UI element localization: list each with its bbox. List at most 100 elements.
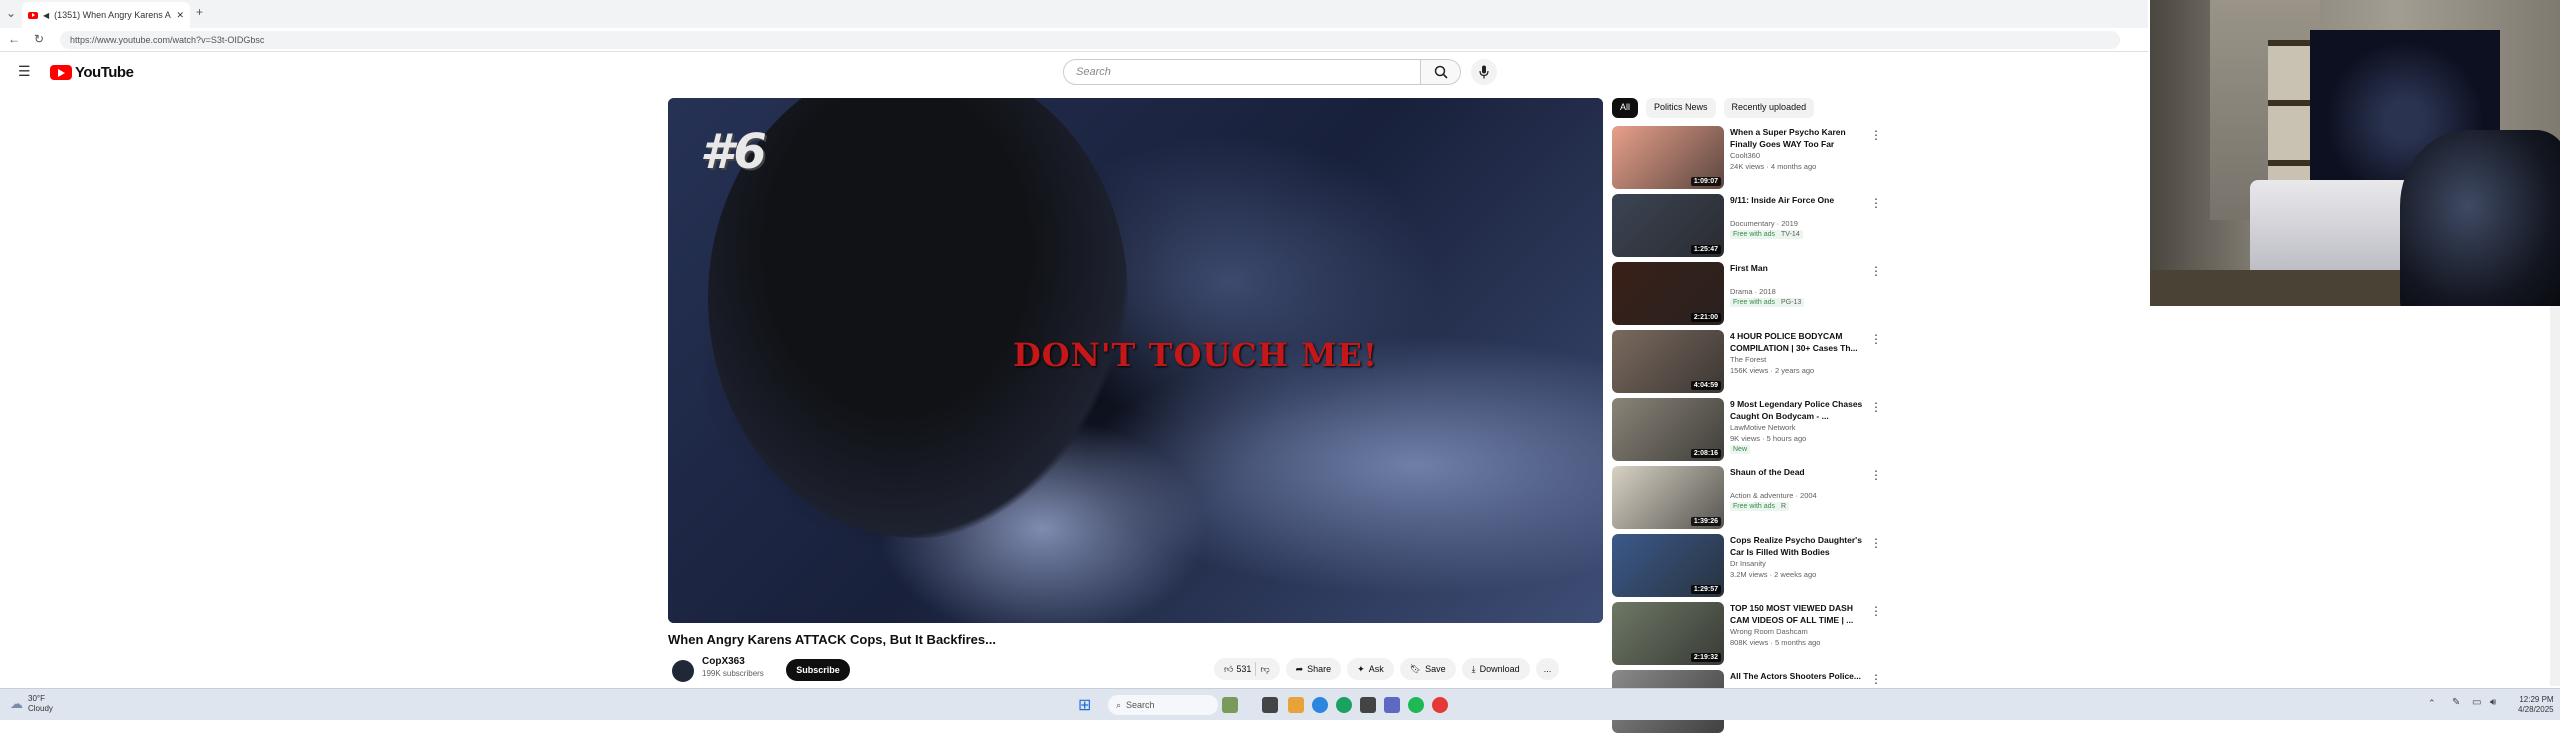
task-view-icon[interactable] <box>1262 697 1278 713</box>
channel-avatar[interactable] <box>672 660 694 682</box>
close-tab-icon[interactable]: ✕ <box>176 10 184 21</box>
taskbar-search[interactable]: ⌕ Search <box>1108 695 1218 715</box>
tab-search-icon[interactable]: ⌄ <box>6 6 16 20</box>
app-icon[interactable] <box>1360 697 1376 713</box>
chip-politics-news[interactable]: Politics News <box>1646 98 1716 118</box>
volume-icon[interactable]: 🔊︎ <box>2490 697 2496 708</box>
back-icon[interactable]: ← <box>8 32 20 46</box>
video-player[interactable]: #6 DON'T TOUCH ME! <box>668 98 1603 623</box>
page-scrollbar[interactable] <box>2550 306 2560 686</box>
chrome-icon[interactable] <box>1336 697 1352 713</box>
browser-tab-strip: ⌄ ◀ (1351) When Angry Karens A ✕ + <box>0 0 2148 28</box>
recommendation-thumbnail[interactable]: 2:08:16 <box>1612 398 1724 461</box>
weather-widget[interactable]: ☁ 30°F Cloudy <box>10 694 53 714</box>
more-options-icon[interactable]: ⋮ <box>1870 468 1882 482</box>
widget-thumbnail-icon[interactable] <box>1222 697 1238 713</box>
recommendation-title[interactable]: 9 Most Legendary Police Chases Caught On… <box>1730 398 1870 422</box>
file-explorer-icon[interactable] <box>1288 697 1304 713</box>
start-windows-icon[interactable]: ⊞ <box>1078 695 1094 714</box>
more-options-icon[interactable]: ⋮ <box>1870 332 1882 346</box>
chip-recently-uploaded[interactable]: Recently uploaded <box>1723 98 1815 118</box>
recommendation-thumbnail[interactable]: 4:04:59 <box>1612 330 1724 393</box>
recommendation-thumbnail[interactable]: 2:21:00 <box>1612 262 1724 325</box>
recommendation-item[interactable]: 4:04:59 4 HOUR POLICE BODYCAM COMPILATION… <box>1612 330 1882 394</box>
recommendation-channel[interactable]: Action & adventure · 2004 <box>1730 491 1817 500</box>
subscribe-button[interactable]: Subscribe <box>786 659 850 681</box>
like-button[interactable]: 👍︎ 531 <box>1224 664 1251 675</box>
more-options-icon[interactable]: ⋮ <box>1870 128 1882 142</box>
more-options-icon[interactable]: ⋮ <box>1870 196 1882 210</box>
recommendation-title[interactable]: 4 HOUR POLICE BODYCAM COMPILATION | 30+ … <box>1730 330 1870 354</box>
duration-badge: 1:29:57 <box>1690 585 1721 594</box>
app-red-icon[interactable] <box>1432 697 1448 713</box>
recommendation-channel[interactable]: Dr Insanity <box>1730 559 1766 568</box>
download-button[interactable]: ⤓ Download <box>1461 658 1530 680</box>
thumbs-up-icon: 👍︎ <box>1224 663 1234 674</box>
recommendation-item[interactable]: 2:19:32 TOP 150 MOST VIEWED DASH CAM VIDE… <box>1612 602 1882 666</box>
spotify-icon[interactable] <box>1408 697 1424 713</box>
recommendation-title[interactable]: All The Actors Shooters Police... <box>1730 670 1870 682</box>
recommendation-item[interactable]: 2:08:16 9 Most Legendary Police Chases Ca… <box>1612 398 1882 462</box>
chip-all[interactable]: All <box>1612 98 1639 118</box>
download-label: Download <box>1479 664 1520 674</box>
menu-icon[interactable]: ☰ <box>18 63 31 80</box>
recommendation-thumbnail[interactable]: 2:19:32 <box>1612 602 1724 665</box>
browser-tab-active[interactable]: ◀ (1351) When Angry Karens A ✕ <box>22 2 190 28</box>
tray-chevron-icon[interactable]: ⌃ <box>2428 698 2436 709</box>
download-icon: ⤓ <box>1471 663 1476 674</box>
pen-icon[interactable]: ✎ <box>2452 697 2460 708</box>
taskbar-clock[interactable]: 12:29 PM 4/28/2025 <box>2518 695 2554 715</box>
recommendation-item[interactable]: 1:29:57 Cops Realize Psycho Daughter's Ca… <box>1612 534 1882 598</box>
more-options-icon[interactable]: ⋮ <box>1870 604 1882 618</box>
monitor-icon[interactable]: ▭ <box>2472 697 2481 708</box>
recommendation-title[interactable]: TOP 150 MOST VIEWED DASH CAM VIDEOS OF A… <box>1730 602 1870 626</box>
search-button[interactable] <box>1421 59 1461 85</box>
recommendation-thumbnail[interactable]: 1:29:57 <box>1612 534 1724 597</box>
youtube-logo[interactable]: YouTube <box>50 64 134 81</box>
recommendation-channel[interactable]: Wrong Room Dashcam <box>1730 627 1808 636</box>
recommendation-title[interactable]: Cops Realize Psycho Daughter's Car Is Fi… <box>1730 534 1870 558</box>
more-actions-button[interactable]: ... <box>1535 658 1560 680</box>
share-button[interactable]: ➦ Share <box>1285 658 1342 680</box>
recommendation-title[interactable]: 9/11: Inside Air Force One <box>1730 194 1870 206</box>
save-label: Save <box>1425 664 1446 674</box>
ask-button[interactable]: ✦ Ask <box>1347 658 1394 680</box>
recommendation-thumbnail[interactable]: 1:39:26 <box>1612 466 1724 529</box>
more-options-icon[interactable]: ⋮ <box>1870 672 1882 686</box>
new-tab-button[interactable]: + <box>196 5 203 19</box>
edge-browser-icon[interactable] <box>1312 697 1328 713</box>
video-title: When Angry Karens ATTACK Cops, But It Ba… <box>668 632 996 647</box>
voice-search-button[interactable] <box>1471 59 1497 85</box>
more-options-icon[interactable]: ⋮ <box>1870 400 1882 414</box>
channel-info[interactable]: CopX363 199K subscribers <box>702 656 764 678</box>
recommendation-item[interactable]: 1:25:47 9/11: Inside Air Force One Documen… <box>1612 194 1882 258</box>
more-options-icon[interactable]: ⋮ <box>1870 536 1882 550</box>
recommendation-item[interactable]: 1:39:26 Shaun of the Dead Action & adventu… <box>1612 466 1882 530</box>
recommendation-title[interactable]: First Man <box>1730 262 1870 274</box>
recommendation-item[interactable]: 1:09:07 When a Super Psycho Karen Finally… <box>1612 126 1882 190</box>
recommendation-title[interactable]: Shaun of the Dead <box>1730 466 1870 478</box>
speaker-icon[interactable]: ◀ <box>43 11 49 20</box>
recommendation-channel[interactable]: Documentary · 2019 <box>1730 219 1798 228</box>
duration-badge: 2:08:16 <box>1690 449 1721 458</box>
recommendation-thumbnail[interactable]: 1:09:07 <box>1612 126 1724 189</box>
recommendation-channel[interactable]: The Forest <box>1730 355 1766 364</box>
url-field[interactable]: https://www.youtube.com/watch?v=S3t-OIDG… <box>60 31 2120 49</box>
dislike-button[interactable]: 👎︎ <box>1260 664 1269 675</box>
youtube-header: ☰ YouTube Search <box>0 52 2148 92</box>
recommendation-thumbnail[interactable]: 1:25:47 <box>1612 194 1724 257</box>
reload-icon[interactable]: ↻ <box>34 32 44 46</box>
search-input[interactable]: Search <box>1063 59 1421 85</box>
recommendation-channel[interactable]: Coolt360 <box>1730 151 1760 160</box>
channel-name[interactable]: CopX363 <box>702 656 764 667</box>
more-options-icon[interactable]: ⋮ <box>1870 264 1882 278</box>
recommendation-title[interactable]: When a Super Psycho Karen Finally Goes W… <box>1730 126 1870 150</box>
search-icon <box>1434 65 1448 79</box>
recommendation-channel[interactable]: Drama · 2018 <box>1730 287 1776 296</box>
duration-badge: 4:04:59 <box>1690 381 1721 390</box>
teams-icon[interactable] <box>1384 697 1400 713</box>
save-button[interactable]: 🔖︎ Save <box>1399 658 1456 680</box>
recommendation-channel[interactable]: LawMotive Network <box>1730 423 1795 432</box>
recommendation-item[interactable]: 2:21:00 First Man Drama · 2018 Free with ad… <box>1612 262 1882 326</box>
tab-title: (1351) When Angry Karens A <box>54 10 171 20</box>
